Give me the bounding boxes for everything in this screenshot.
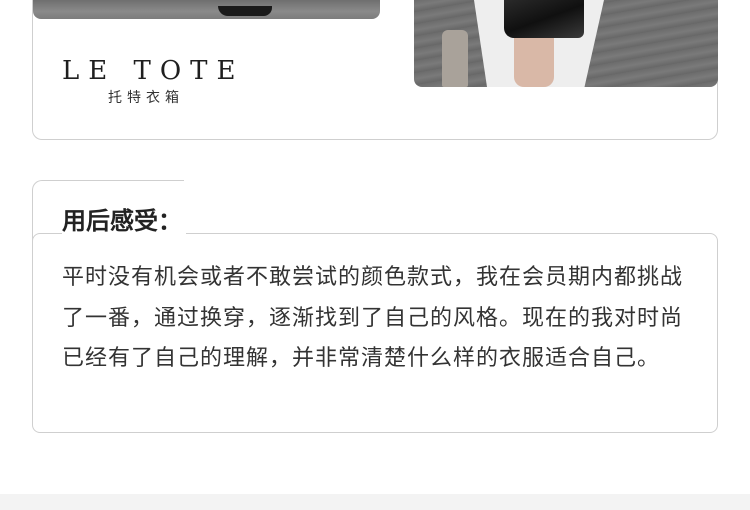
outfit-photo-left[interactable]: [33, 0, 380, 19]
brand-logo: LE TOTE 托特衣箱: [62, 58, 245, 106]
leather-skirt-graphic: [504, 0, 584, 38]
review-text: 平时没有机会或者不敢尝试的颜色款式，我在会员期内都挑战了一番，通过换穿，逐渐找到…: [62, 265, 684, 371]
brand-name-en: LE TOTE: [62, 56, 245, 86]
bottom-divider: [0, 494, 750, 510]
shoe-graphic: [218, 6, 272, 16]
legs-graphic: [514, 38, 554, 87]
handbag-graphic: [442, 30, 468, 87]
review-title: 用后感受：: [62, 206, 186, 236]
outfit-photo-right[interactable]: [414, 0, 718, 87]
brand-name-cn: 托特衣箱: [108, 90, 184, 106]
